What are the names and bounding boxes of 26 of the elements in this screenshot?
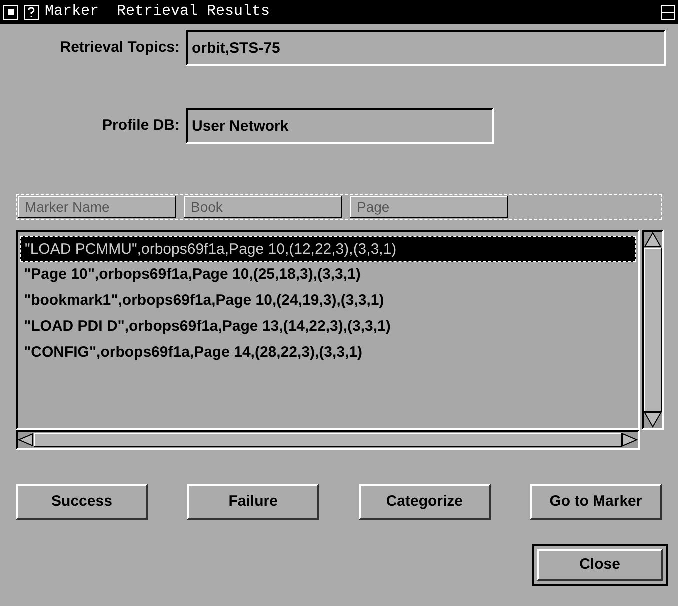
vertical-scrollbar[interactable] xyxy=(642,230,664,430)
horizontal-scrollbar[interactable] xyxy=(16,430,640,450)
action-button[interactable]: Go to Marker xyxy=(530,484,662,520)
list-item[interactable]: "CONFIG",orbops69f1a,Page 14,(28,22,3),(3,3,1) xyxy=(20,340,636,366)
right-arrow-icon[interactable] xyxy=(622,433,638,447)
field-label: Retrieval Topics: xyxy=(59,38,180,58)
scrollbar-thumb[interactable] xyxy=(644,248,662,412)
action-button[interactable]: Failure xyxy=(187,484,320,520)
left-arrow-icon[interactable] xyxy=(18,433,34,447)
input-field[interactable]: orbit,STS-75 xyxy=(186,30,666,66)
action-button[interactable]: Categorize xyxy=(358,484,491,520)
scrollbar-thumb[interactable] xyxy=(34,433,622,447)
field-label: Profile DB: xyxy=(101,116,180,136)
maximize-icon[interactable] xyxy=(661,4,675,20)
input-field[interactable]: User Network xyxy=(186,108,494,144)
help-icon[interactable] xyxy=(24,4,39,20)
list-item[interactable]: "bookmark1",orbops69f1a,Page 10,(24,19,3),(3,3,1) xyxy=(20,288,636,314)
list-item[interactable]: "LOAD PCMMU",orbops69f1a,Page 10,(12,22,3),(3,3,1) xyxy=(20,236,636,262)
list-item[interactable]: "LOAD PDI D",orbops69f1a,Page 13,(14,22,3),(3,3,1) xyxy=(20,314,636,340)
window-title: Marker Retrieval Results xyxy=(45,2,270,22)
down-arrow-icon[interactable] xyxy=(644,412,662,428)
window-menu-icon[interactable] xyxy=(3,4,18,20)
list-item[interactable]: "Page 10",orbops69f1a,Page 10,(25,18,3),(3,3,1) xyxy=(20,262,636,288)
close-button[interactable]: Close xyxy=(532,544,668,586)
up-arrow-icon[interactable] xyxy=(644,232,662,248)
action-button[interactable]: Success xyxy=(16,484,148,520)
